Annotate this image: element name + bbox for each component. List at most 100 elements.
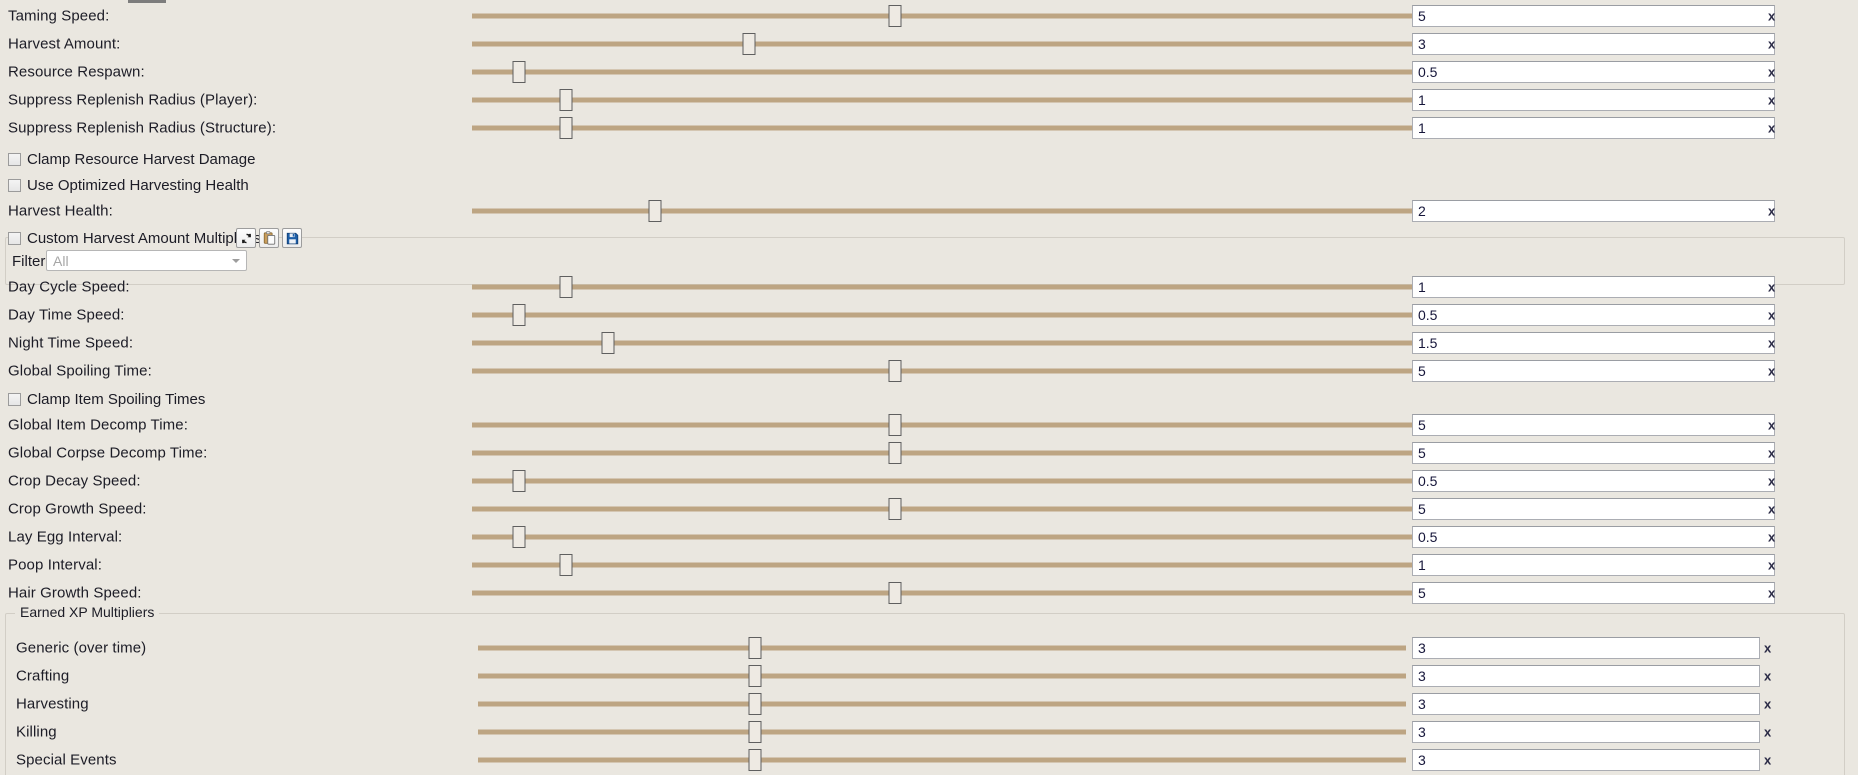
slider-xp-harvesting[interactable] xyxy=(478,693,1406,715)
value-input-global-corpse-decomp-time[interactable]: 5 xyxy=(1412,442,1775,464)
slider-night-time-speed[interactable] xyxy=(472,332,1412,354)
slider-thumb[interactable] xyxy=(748,721,762,743)
multiplier-suffix: x xyxy=(1768,473,1776,489)
slider-suppress-replenish-player[interactable] xyxy=(472,89,1412,111)
slider-thumb[interactable] xyxy=(888,5,902,27)
row-label: Night Time Speed: xyxy=(8,334,134,352)
value-input-day-cycle-speed[interactable]: 1 xyxy=(1412,276,1775,298)
slider-thumb[interactable] xyxy=(888,442,902,464)
row-label: Special Events xyxy=(16,751,117,769)
value-input-global-item-decomp-time[interactable]: 5 xyxy=(1412,414,1775,436)
setting-row-day-time-speed: Day Time Speed: 0.5 x xyxy=(0,301,1858,329)
slider-global-spoiling-time[interactable] xyxy=(472,360,1412,382)
slider-thumb[interactable] xyxy=(559,276,573,298)
value-input-lay-egg-interval[interactable]: 0.5 xyxy=(1412,526,1775,548)
value-input-suppress-replenish-structure[interactable]: 1 xyxy=(1412,117,1775,139)
slider-poop-interval[interactable] xyxy=(472,554,1412,576)
slider-thumb[interactable] xyxy=(748,693,762,715)
slider-resource-respawn[interactable] xyxy=(472,61,1412,83)
slider-xp-crafting[interactable] xyxy=(478,665,1406,687)
slider-thumb[interactable] xyxy=(559,554,573,576)
slider-thumb[interactable] xyxy=(512,526,526,548)
value-input-night-time-speed[interactable]: 1.5 xyxy=(1412,332,1775,354)
slider-thumb[interactable] xyxy=(888,360,902,382)
value-input-day-time-speed[interactable]: 0.5 xyxy=(1412,304,1775,326)
setting-row-taming-speed: Taming Speed: 5 x xyxy=(0,2,1858,30)
multiplier-suffix: x xyxy=(1768,307,1776,323)
value-input-xp-generic[interactable]: 3 xyxy=(1412,637,1760,659)
input-value: 1 xyxy=(1418,120,1426,136)
row-label: Harvest Amount: xyxy=(8,35,121,53)
multiplier-suffix: x xyxy=(1764,752,1772,768)
slider-thumb[interactable] xyxy=(601,332,615,354)
paste-button[interactable] xyxy=(259,228,279,248)
value-input-crop-decay-speed[interactable]: 0.5 xyxy=(1412,470,1775,492)
slider-global-corpse-decomp-time[interactable] xyxy=(472,442,1412,464)
slider-thumb[interactable] xyxy=(559,117,573,139)
save-button[interactable] xyxy=(282,228,302,248)
slider-thumb[interactable] xyxy=(512,470,526,492)
checkbox-box[interactable] xyxy=(8,231,21,245)
slider-track xyxy=(472,97,1412,103)
value-input-xp-special-events[interactable]: 3 xyxy=(1412,749,1760,771)
slider-harvest-amount[interactable] xyxy=(472,33,1412,55)
row-label: Poop Interval: xyxy=(8,556,102,574)
value-input-xp-crafting[interactable]: 3 xyxy=(1412,665,1760,687)
slider-thumb[interactable] xyxy=(748,637,762,659)
checkbox-box[interactable] xyxy=(8,392,21,406)
slider-thumb[interactable] xyxy=(888,498,902,520)
slider-thumb[interactable] xyxy=(748,665,762,687)
slider-track xyxy=(472,590,1412,596)
input-value: 5 xyxy=(1418,501,1426,517)
slider-hair-growth-speed[interactable] xyxy=(472,582,1412,604)
checkbox-clamp-resource-harvest-damage[interactable]: Clamp Resource Harvest Damage xyxy=(8,147,255,171)
checkbox-box[interactable] xyxy=(8,152,21,166)
slider-global-item-decomp-time[interactable] xyxy=(472,414,1412,436)
multiplier-suffix: x xyxy=(1768,92,1776,108)
setting-row-global-item-decomp-time: Global Item Decomp Time: 5 x xyxy=(0,411,1858,439)
slider-xp-generic[interactable] xyxy=(478,637,1406,659)
value-input-resource-respawn[interactable]: 0.5 xyxy=(1412,61,1775,83)
checkbox-clamp-item-spoiling-times[interactable]: Clamp Item Spoiling Times xyxy=(8,387,205,411)
slider-xp-killing[interactable] xyxy=(478,721,1406,743)
slider-thumb[interactable] xyxy=(648,200,662,222)
slider-lay-egg-interval[interactable] xyxy=(472,526,1412,548)
slider-crop-decay-speed[interactable] xyxy=(472,470,1412,492)
slider-day-time-speed[interactable] xyxy=(472,304,1412,326)
checkbox-label: Clamp Resource Harvest Damage xyxy=(27,150,256,168)
slider-thumb[interactable] xyxy=(559,89,573,111)
slider-thumb[interactable] xyxy=(742,33,756,55)
value-input-crop-growth-speed[interactable]: 5 xyxy=(1412,498,1775,520)
setting-row-xp-harvesting: Harvesting 3 x xyxy=(0,690,1858,718)
row-label: Hair Growth Speed: xyxy=(8,584,142,602)
value-input-suppress-replenish-player[interactable]: 1 xyxy=(1412,89,1775,111)
value-input-xp-killing[interactable]: 3 xyxy=(1412,721,1760,743)
slider-thumb[interactable] xyxy=(512,61,526,83)
value-input-harvest-amount[interactable]: 3 xyxy=(1412,33,1775,55)
slider-thumb[interactable] xyxy=(888,582,902,604)
checkbox-box[interactable] xyxy=(8,178,21,192)
slider-harvest-health[interactable] xyxy=(472,200,1412,222)
slider-suppress-replenish-structure[interactable] xyxy=(472,117,1412,139)
value-input-hair-growth-speed[interactable]: 5 xyxy=(1412,582,1775,604)
value-input-harvest-health[interactable]: 2 xyxy=(1412,200,1775,222)
refresh-button[interactable] xyxy=(236,228,256,248)
slider-track xyxy=(472,368,1412,374)
slider-thumb[interactable] xyxy=(512,304,526,326)
value-input-taming-speed[interactable]: 5 xyxy=(1412,5,1775,27)
slider-track xyxy=(472,312,1412,318)
slider-xp-special-events[interactable] xyxy=(478,749,1406,771)
slider-day-cycle-speed[interactable] xyxy=(472,276,1412,298)
value-input-poop-interval[interactable]: 1 xyxy=(1412,554,1775,576)
filter-dropdown[interactable]: All xyxy=(46,250,247,271)
value-input-xp-harvesting[interactable]: 3 xyxy=(1412,693,1760,715)
setting-row-xp-killing: Killing 3 x xyxy=(0,718,1858,746)
slider-crop-growth-speed[interactable] xyxy=(472,498,1412,520)
slider-thumb[interactable] xyxy=(888,414,902,436)
slider-taming-speed[interactable] xyxy=(472,5,1412,27)
slider-thumb[interactable] xyxy=(748,749,762,771)
chevron-down-icon[interactable] xyxy=(232,258,240,263)
checkbox-custom-harvest-amount-multipliers[interactable]: Custom Harvest Amount Multipliers xyxy=(8,226,268,250)
checkbox-use-optimized-harvesting-health[interactable]: Use Optimized Harvesting Health xyxy=(8,173,249,197)
value-input-global-spoiling-time[interactable]: 5 xyxy=(1412,360,1775,382)
